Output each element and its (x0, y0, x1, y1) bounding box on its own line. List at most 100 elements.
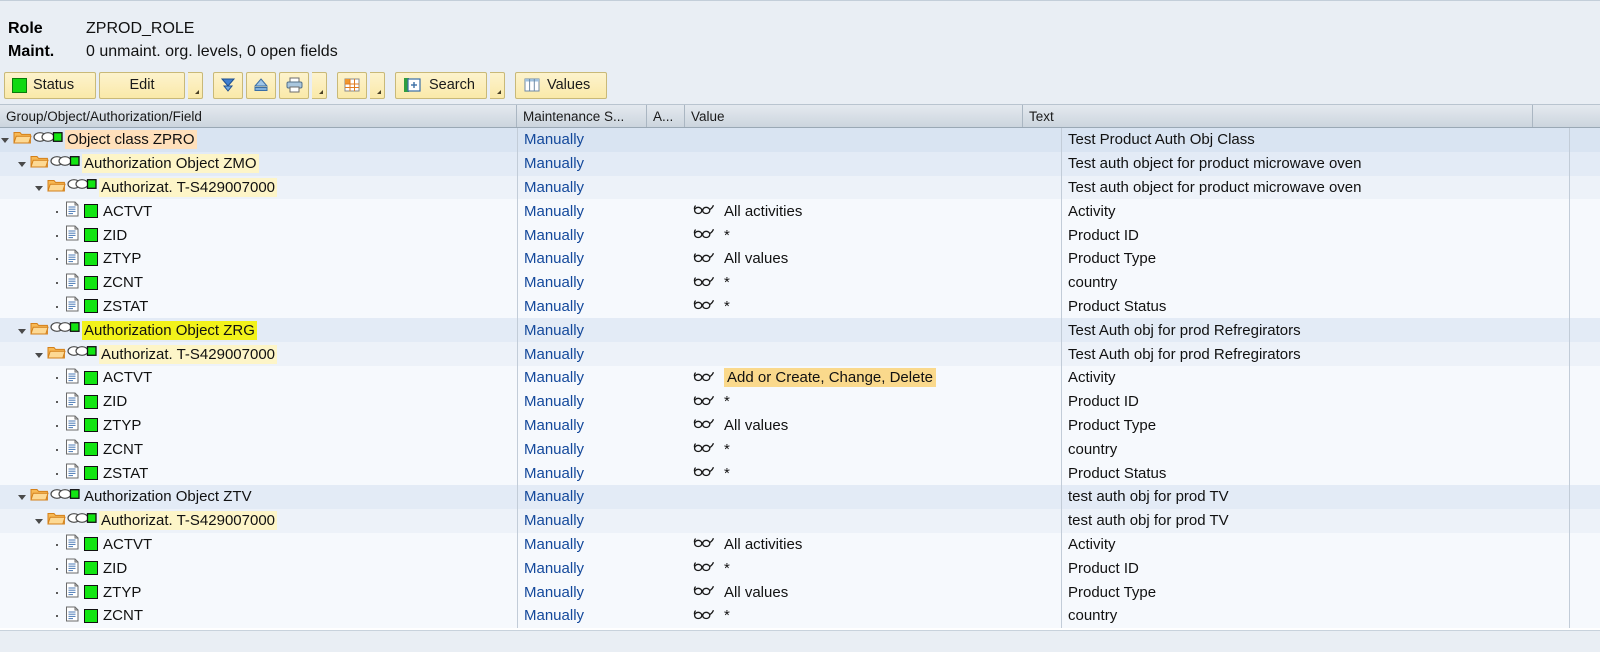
auth-values-cell[interactable] (685, 580, 723, 604)
status-button[interactable]: Status (4, 71, 96, 99)
tree-expand-arrow[interactable] (17, 158, 28, 169)
table-row[interactable]: ZID Manually * Product ID (0, 223, 1600, 247)
auth-values-cell[interactable] (685, 461, 723, 485)
tree-node-field[interactable]: ZSTAT (0, 295, 517, 319)
tree-node-field[interactable]: ZSTAT (0, 461, 517, 485)
auth-values-cell[interactable] (685, 414, 723, 438)
tree-node-auth[interactable]: Authorizat. T-S429007000 (0, 176, 517, 200)
table-row[interactable]: ZSTAT Manually * Product Status (0, 461, 1600, 485)
layout-dropdown-icon[interactable] (370, 71, 385, 99)
value-cell[interactable]: * (723, 295, 1061, 319)
edit-button[interactable]: Edit (99, 71, 185, 99)
value-cell[interactable] (723, 176, 1061, 200)
table-row[interactable]: ZCNT Manually * country (0, 270, 1600, 295)
table-row[interactable]: Authorizat. T-S429007000 Manually Test Aut… (0, 342, 1600, 366)
tree-node-auth[interactable]: Authorizat. T-S429007000 (0, 342, 517, 366)
glasses-icon[interactable] (693, 274, 715, 292)
tree-node-field[interactable]: ZTYP (0, 580, 517, 604)
tree-node-field[interactable]: ZCNT (0, 437, 517, 461)
tree-node-field[interactable]: ZID (0, 223, 517, 247)
table-row[interactable]: Authorization Object ZRG Manually Test Aut… (0, 318, 1600, 343)
tree-node-object[interactable]: Authorization Object ZRG (0, 318, 517, 342)
table-row[interactable]: ZTYP Manually All values Product Type (0, 413, 1600, 438)
tree-node-field[interactable]: ZCNT (0, 271, 517, 295)
value-cell[interactable] (723, 152, 1061, 176)
edit-dropdown-icon[interactable] (188, 71, 203, 99)
tree-node-field[interactable]: ZTYP (0, 414, 517, 438)
table-row[interactable]: ACTVT Manually All activities Activity (0, 199, 1600, 224)
tree-node-object[interactable]: Authorization Object ZTV (0, 485, 517, 509)
auth-values-cell[interactable] (685, 604, 723, 628)
collapse-all-button[interactable] (246, 71, 276, 99)
tree-node-field[interactable]: ACTVT (0, 366, 517, 390)
value-cell[interactable] (723, 318, 1061, 342)
search-dropdown-icon[interactable] (490, 71, 505, 99)
auth-values-cell[interactable] (685, 247, 723, 271)
tree-node-field[interactable]: ACTVT (0, 199, 517, 223)
auth-values-cell[interactable] (685, 223, 723, 247)
glasses-icon[interactable] (693, 202, 715, 220)
glasses-icon[interactable] (693, 464, 715, 482)
value-cell[interactable] (723, 485, 1061, 509)
glasses-icon[interactable] (693, 416, 715, 434)
print-button[interactable] (279, 71, 309, 99)
auth-values-cell[interactable] (685, 437, 723, 461)
tree-node-class[interactable]: Object class ZPRO (0, 128, 517, 152)
values-button[interactable]: Values (515, 71, 607, 99)
column-header-name[interactable]: Group/Object/Authorization/Field (0, 105, 517, 127)
table-row[interactable]: ACTVT Manually Add or Create, Change, Dele… (0, 365, 1600, 390)
value-cell[interactable]: All values (723, 580, 1061, 604)
glasses-icon[interactable] (693, 393, 715, 411)
print-dropdown-icon[interactable] (312, 71, 327, 99)
value-cell[interactable] (723, 128, 1061, 152)
table-row[interactable]: Authorization Object ZTV Manually test aut… (0, 484, 1600, 509)
table-row[interactable]: ZCNT Manually * country (0, 437, 1600, 462)
table-row[interactable]: ZSTAT Manually * Product Status (0, 294, 1600, 319)
table-row[interactable]: Object class ZPRO Manually Test Product Au… (0, 128, 1600, 152)
auth-values-cell[interactable] (685, 271, 723, 295)
auth-values-cell[interactable] (685, 533, 723, 557)
table-row[interactable]: ZID Manually * Product ID (0, 556, 1600, 581)
glasses-icon[interactable] (693, 583, 715, 601)
value-cell[interactable]: All activities (723, 199, 1061, 223)
value-cell[interactable] (723, 342, 1061, 366)
value-cell[interactable]: All values (723, 247, 1061, 271)
value-cell[interactable] (723, 509, 1061, 533)
glasses-icon[interactable] (693, 250, 715, 268)
auth-values-cell[interactable] (685, 556, 723, 580)
tree-expand-arrow[interactable] (34, 182, 45, 193)
tree-node-auth[interactable]: Authorizat. T-S429007000 (0, 509, 517, 533)
auth-values-cell[interactable] (685, 199, 723, 223)
table-row[interactable]: Authorizat. T-S429007000 Manually test aut… (0, 508, 1600, 533)
tree-expand-arrow[interactable] (17, 491, 28, 502)
table-row[interactable]: ZID Manually * Product ID (0, 389, 1600, 414)
glasses-icon[interactable] (693, 297, 715, 315)
tree-node-field[interactable]: ZID (0, 556, 517, 580)
table-row[interactable]: ZCNT Manually * country (0, 603, 1600, 628)
tree-node-object[interactable]: Authorization Object ZMO (0, 152, 517, 176)
value-cell[interactable]: Add or Create, Change, Delete (723, 366, 1061, 390)
table-row[interactable]: ZTYP Manually All values Product Type (0, 246, 1600, 271)
search-button[interactable]: Search (395, 71, 487, 99)
value-cell[interactable]: All values (723, 414, 1061, 438)
column-header-text[interactable]: Text (1023, 105, 1533, 127)
tree-expand-arrow[interactable] (34, 515, 45, 526)
layout-button[interactable] (337, 71, 367, 99)
tree-expand-arrow[interactable] (17, 325, 28, 336)
column-header-auth[interactable]: A... (647, 105, 685, 127)
value-cell[interactable]: * (723, 223, 1061, 247)
glasses-icon[interactable] (693, 369, 715, 387)
auth-values-cell[interactable] (685, 390, 723, 414)
glasses-icon[interactable] (693, 559, 715, 577)
tree-node-field[interactable]: ACTVT (0, 533, 517, 557)
value-cell[interactable]: * (723, 604, 1061, 628)
value-cell[interactable]: * (723, 437, 1061, 461)
auth-values-cell[interactable] (685, 295, 723, 319)
value-cell[interactable]: All activities (723, 533, 1061, 557)
column-header-value[interactable]: Value (685, 105, 1023, 127)
tree-node-field[interactable]: ZCNT (0, 604, 517, 628)
tree-node-field[interactable]: ZID (0, 390, 517, 414)
glasses-icon[interactable] (693, 535, 715, 553)
tree-node-field[interactable]: ZTYP (0, 247, 517, 271)
value-cell[interactable]: * (723, 461, 1061, 485)
